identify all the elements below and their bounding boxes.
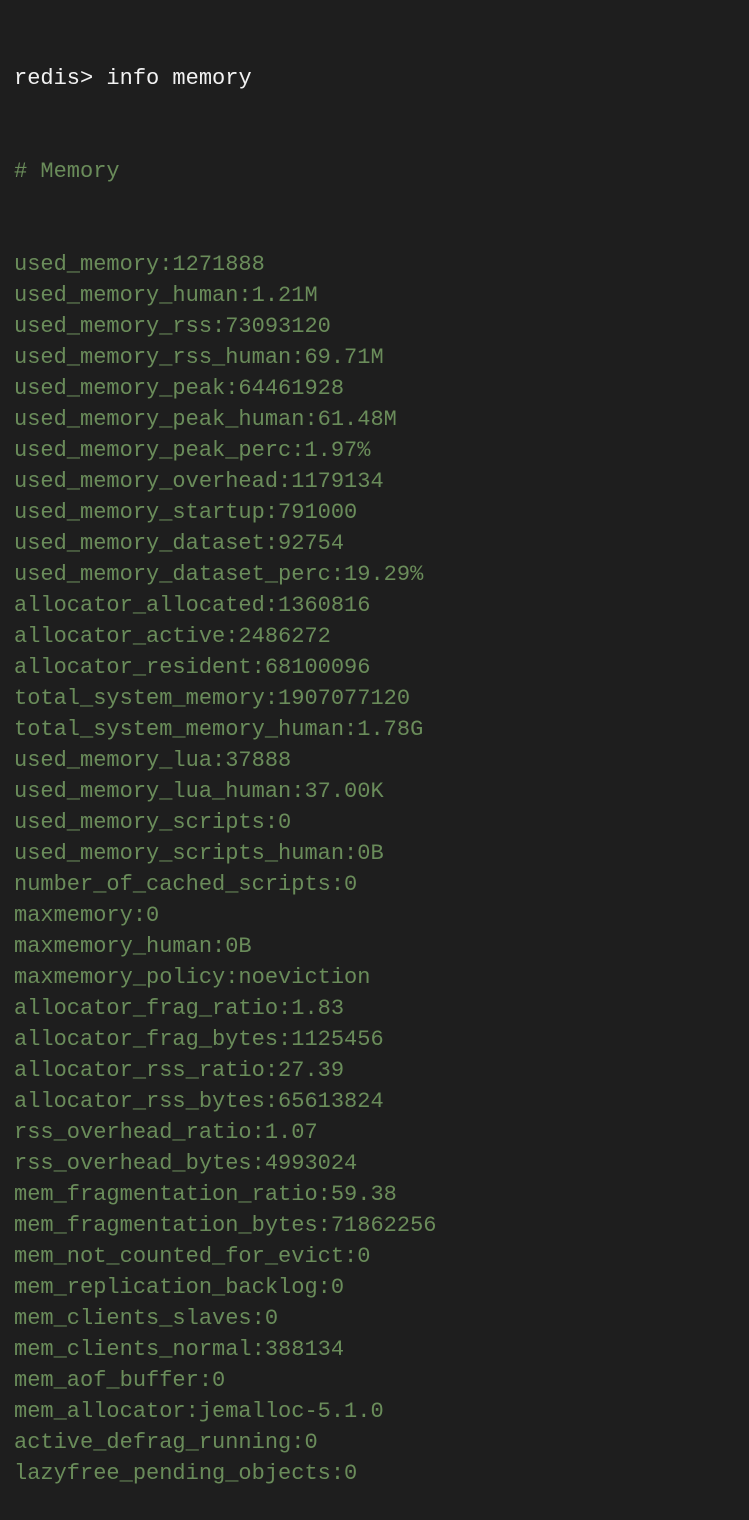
output-line: used_memory_peak_human:61.48M	[14, 407, 397, 432]
output-line: used_memory_dataset:92754	[14, 531, 345, 556]
prompt: redis>	[14, 66, 94, 91]
output-line: used_memory_lua:37888	[14, 748, 292, 773]
output-line: used_memory_dataset_perc:19.29%	[14, 562, 424, 587]
output-line: mem_clients_normal:388134	[14, 1337, 345, 1362]
output-line: active_defrag_running:0	[14, 1430, 318, 1455]
output-line: used_memory_peak_perc:1.97%	[14, 438, 371, 463]
output-line: used_memory_human:1.21M	[14, 283, 318, 308]
output-line: used_memory_overhead:1179134	[14, 469, 384, 494]
output-line: rss_overhead_bytes:4993024	[14, 1151, 358, 1176]
output-line: used_memory_rss_human:69.71M	[14, 345, 384, 370]
output-line: used_memory_rss:73093120	[14, 314, 331, 339]
output-line: mem_fragmentation_bytes:71862256	[14, 1213, 437, 1238]
output-line: mem_not_counted_for_evict:0	[14, 1244, 371, 1269]
output-line: allocator_rss_bytes:65613824	[14, 1089, 384, 1114]
output-line: rss_overhead_ratio:1.07	[14, 1120, 318, 1145]
output-line: maxmemory_policy:noeviction	[14, 965, 371, 990]
output-line: allocator_frag_ratio:1.83	[14, 996, 345, 1021]
output-line: used_memory_scripts:0	[14, 810, 292, 835]
output-line: lazyfree_pending_objects:0	[14, 1461, 358, 1486]
output-line: allocator_rss_ratio:27.39	[14, 1058, 345, 1083]
output-line: total_system_memory:1907077120	[14, 686, 411, 711]
output-line: allocator_frag_bytes:1125456	[14, 1027, 384, 1052]
output-line: allocator_allocated:1360816	[14, 593, 371, 618]
output-line: mem_replication_backlog:0	[14, 1275, 345, 1300]
terminal-window[interactable]: redis> info memory # Memory used_memory:…	[0, 0, 749, 1486]
output-line: mem_allocator:jemalloc-5.1.0	[14, 1399, 384, 1424]
output-line: used_memory_lua_human:37.00K	[14, 779, 384, 804]
output-line: used_memory_peak:64461928	[14, 376, 345, 401]
output-line: maxmemory_human:0B	[14, 934, 252, 959]
output-block: used_memory:1271888 used_memory_human:1.2…	[14, 249, 749, 1489]
section-header: # Memory	[14, 159, 120, 184]
output-line: mem_fragmentation_ratio:59.38	[14, 1182, 397, 1207]
output-line: number_of_cached_scripts:0	[14, 872, 358, 897]
output-line: total_system_memory_human:1.78G	[14, 717, 424, 742]
output-line: used_memory:1271888	[14, 252, 265, 277]
output-line: maxmemory:0	[14, 903, 160, 928]
output-line: used_memory_scripts_human:0B	[14, 841, 384, 866]
output-line: allocator_resident:68100096	[14, 655, 371, 680]
command-text: info memory	[106, 66, 252, 91]
output-line: used_memory_startup:791000	[14, 500, 358, 525]
output-line: mem_aof_buffer:0	[14, 1368, 226, 1393]
command-line[interactable]: redis> info memory	[14, 63, 749, 94]
output-line: allocator_active:2486272	[14, 624, 331, 649]
